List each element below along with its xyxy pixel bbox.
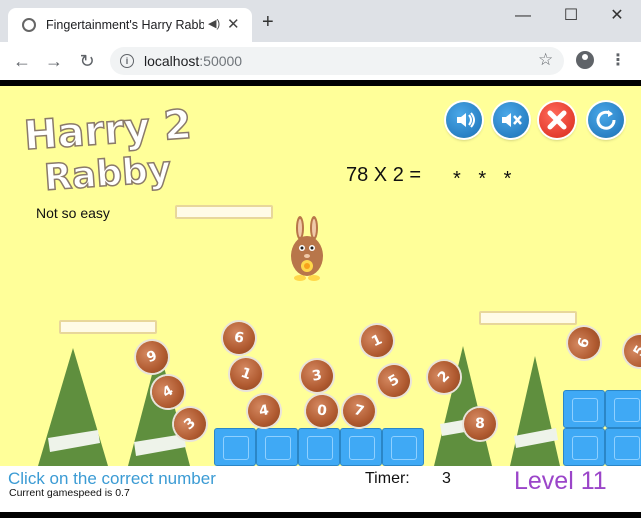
account-icon[interactable] xyxy=(576,51,594,69)
number-ball[interactable]: 4 xyxy=(245,392,283,430)
level-indicator: Level 11 xyxy=(514,467,607,495)
number-ball[interactable]: 6 xyxy=(563,322,605,364)
game-speed-text: Current gamespeed is 0.7 xyxy=(9,487,130,499)
number-ball[interactable]: 1 xyxy=(225,353,267,395)
speaker-icon[interactable]: ◀) xyxy=(208,17,220,30)
tab-close-icon[interactable]: ✕ xyxy=(227,15,240,33)
browser-tab[interactable]: Fingertainment's Harry Rabb ◀) ✕ xyxy=(8,8,252,42)
ice-block xyxy=(214,428,256,466)
difficulty-label: Not so easy xyxy=(36,205,110,221)
status-bar: Click on the correct number Current game… xyxy=(0,466,641,512)
number-ball[interactable]: 1 xyxy=(355,319,399,363)
ice-block xyxy=(605,390,641,428)
ice-block xyxy=(605,428,641,466)
ice-block xyxy=(340,428,382,466)
bottom-border xyxy=(0,512,641,518)
timer-value: 3 xyxy=(442,470,451,487)
mute-button[interactable] xyxy=(493,102,529,138)
platform xyxy=(175,205,273,219)
info-icon[interactable]: i xyxy=(120,54,134,68)
platform xyxy=(59,320,157,334)
rabbit-character xyxy=(291,216,323,281)
address-bar[interactable]: i localhost:50000 ☆ xyxy=(110,47,564,75)
pine-tree xyxy=(510,356,560,466)
answer-placeholder: * * * xyxy=(453,168,518,190)
timer-label: Timer: xyxy=(365,470,410,487)
number-ball[interactable]: 6 xyxy=(220,319,258,357)
restart-button[interactable] xyxy=(588,102,624,138)
number-ball[interactable]: 5 xyxy=(372,359,416,403)
mute-icon xyxy=(502,113,522,127)
new-tab-button[interactable]: + xyxy=(262,12,274,32)
reload-button[interactable]: ↻ xyxy=(76,50,98,72)
number-ball[interactable]: 5 xyxy=(618,329,641,373)
platform xyxy=(479,311,577,325)
back-button[interactable]: ← xyxy=(11,50,33,72)
instruction-text: Click on the correct number xyxy=(8,469,216,488)
ice-block xyxy=(256,428,298,466)
ice-block xyxy=(563,390,605,428)
bookmark-star-icon[interactable]: ☆ xyxy=(538,50,553,70)
math-question: 78 X 2 = xyxy=(346,164,422,186)
ice-block xyxy=(382,428,424,466)
maximize-button[interactable]: ☐ xyxy=(556,6,586,28)
url-port: :50000 xyxy=(199,53,243,69)
pine-tree xyxy=(38,348,108,466)
minimize-button[interactable]: — xyxy=(508,6,538,28)
favicon-icon xyxy=(22,18,36,32)
quit-button[interactable] xyxy=(539,102,575,138)
tab-strip: Fingertainment's Harry Rabb ◀) ✕ + — ☐ ✕ xyxy=(0,0,641,42)
number-ball[interactable]: 3 xyxy=(298,357,336,395)
tab-title: Fingertainment's Harry Rabb xyxy=(46,18,204,32)
restart-icon xyxy=(596,110,616,130)
ice-block xyxy=(563,428,605,466)
close-window-button[interactable]: ✕ xyxy=(602,6,632,28)
menu-icon[interactable]: ⋮ xyxy=(610,50,626,70)
forward-button[interactable]: → xyxy=(43,50,65,72)
sound-on-button[interactable] xyxy=(446,102,482,138)
browser-toolbar: ← → ↻ i localhost:50000 ☆ ⋮ xyxy=(0,42,641,80)
game-canvas[interactable]: Harry 2 Rabby 78 X 2 = * * * Not so easy… xyxy=(0,86,641,466)
url-host: localhost xyxy=(144,53,200,69)
close-icon xyxy=(547,110,567,130)
url-text: localhost:50000 xyxy=(144,53,242,69)
ice-block xyxy=(298,428,340,466)
sound-on-icon xyxy=(457,112,475,128)
number-ball[interactable]: 0 xyxy=(304,393,340,429)
number-ball[interactable]: 8 xyxy=(464,408,496,440)
game-logo: Harry 2 Rabby xyxy=(22,102,192,192)
number-ball[interactable]: 7 xyxy=(339,391,379,431)
